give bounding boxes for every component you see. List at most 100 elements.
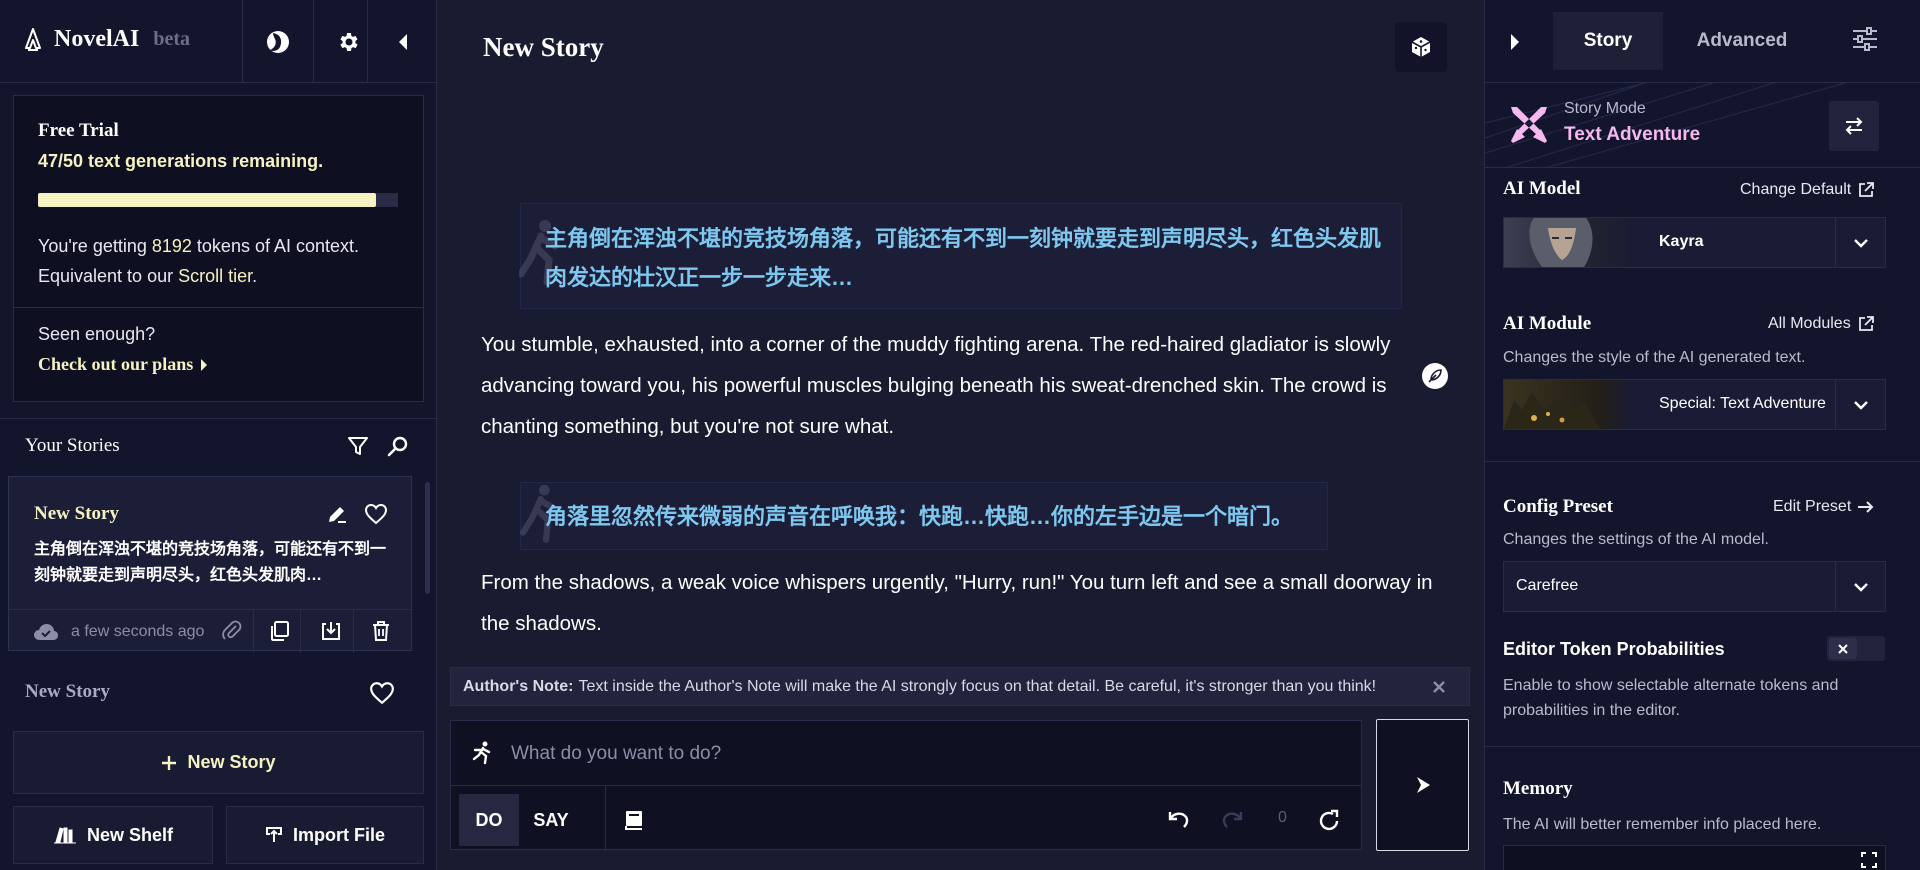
mode-separator bbox=[605, 786, 606, 851]
dice-button[interactable] bbox=[1395, 22, 1447, 72]
trial-remaining: 47/50 text generations remaining. bbox=[38, 151, 324, 171]
send-button[interactable] bbox=[1376, 719, 1469, 851]
redo-icon[interactable] bbox=[1221, 810, 1243, 830]
retry-icon[interactable] bbox=[1317, 809, 1341, 833]
all-modules-link[interactable]: All Modules bbox=[1768, 315, 1875, 333]
caret-right-icon bbox=[201, 358, 208, 371]
action-block[interactable]: 角落里忽然传来微弱的声音在呼唤我：快跑…快跑…你的左手边是一个暗门。 bbox=[519, 482, 1328, 550]
memory-textarea[interactable] bbox=[1503, 845, 1886, 870]
edit-pen-icon[interactable] bbox=[326, 503, 348, 525]
redo-count: 0 bbox=[1278, 809, 1287, 826]
story-title-heading[interactable]: New Story bbox=[483, 32, 604, 63]
stories-scrollbar[interactable] bbox=[425, 482, 430, 594]
book-icon[interactable] bbox=[623, 809, 645, 831]
chevron-down-icon bbox=[1853, 582, 1868, 592]
dropdown-toggle[interactable] bbox=[1835, 380, 1885, 429]
undo-icon[interactable] bbox=[1168, 810, 1190, 830]
collapse-right-button[interactable] bbox=[1485, 0, 1545, 83]
story-title: New Story bbox=[34, 503, 119, 524]
authors-note-label: Author's Note: bbox=[463, 677, 574, 695]
action-input[interactable] bbox=[511, 735, 1331, 773]
check-plans-link[interactable]: Check out our plans bbox=[38, 354, 209, 375]
heart-icon[interactable] bbox=[369, 681, 395, 705]
editor-area: New Story 主角倒在浑浊不堪的竞技场角落，可能还有不到一刻钟就要走到声明… bbox=[438, 0, 1483, 870]
edit-preset-label: Edit Preset bbox=[1773, 498, 1852, 515]
action-block[interactable]: 主角倒在浑浊不堪的竞技场角落，可能还有不到一刻钟就要走到声明尽头，红色头发肌肉发… bbox=[519, 203, 1402, 309]
story-paragraph[interactable]: From the shadows, a weak voice whispers … bbox=[481, 562, 1441, 644]
chevron-down-icon bbox=[1853, 238, 1868, 248]
story-mode-label: Story Mode bbox=[1564, 100, 1646, 117]
mode-say-button[interactable]: SAY bbox=[521, 794, 581, 846]
change-default-label: Change Default bbox=[1740, 181, 1852, 198]
story-card-selected[interactable]: New Story 主角倒在浑浊不堪的竞技场角落，可能还有不到一刻钟就要走到声明… bbox=[8, 476, 412, 653]
edit-indicator[interactable] bbox=[1422, 363, 1448, 389]
action-input-area: DO SAY 0 bbox=[450, 720, 1362, 851]
change-default-link[interactable]: Change Default bbox=[1740, 181, 1875, 199]
trial-context-text: You're getting 8192 tokens of AI context… bbox=[38, 231, 408, 291]
swap-mode-button[interactable] bbox=[1829, 101, 1879, 151]
collapse-left-button[interactable] bbox=[367, 0, 437, 83]
saved-time: a few seconds ago bbox=[71, 623, 205, 640]
new-story-label: New Story bbox=[187, 752, 276, 772]
ai-model-select[interactable]: Kayra bbox=[1503, 217, 1886, 268]
all-modules-label: All Modules bbox=[1768, 315, 1851, 332]
free-trial-card: Free Trial 47/50 text generations remain… bbox=[13, 95, 424, 402]
moon-goose-icon bbox=[266, 30, 289, 53]
filter-button[interactable] bbox=[346, 434, 370, 458]
chevron-down-icon bbox=[1853, 400, 1868, 410]
ai-model-value: Kayra bbox=[1659, 233, 1704, 250]
seen-enough-text: Seen enough? bbox=[38, 324, 156, 344]
send-arrow-icon bbox=[1416, 777, 1430, 793]
novelai-logo-icon bbox=[25, 27, 41, 51]
search-button[interactable] bbox=[386, 434, 410, 458]
footer-separator bbox=[253, 610, 254, 653]
beta-badge: beta bbox=[153, 28, 190, 50]
close-icon[interactable] bbox=[1429, 677, 1449, 697]
action-text: 主角倒在浑浊不堪的竞技场角落，可能还有不到一刻钟就要走到声明尽头，红色头发肌肉发… bbox=[545, 226, 1382, 290]
shelf-books-icon bbox=[53, 827, 76, 844]
token-probabilities-title: Editor Token Probabilities bbox=[1503, 639, 1725, 659]
heart-icon[interactable] bbox=[364, 503, 388, 525]
story-paragraph[interactable]: You stumble, exhausted, into a corner of… bbox=[481, 324, 1441, 447]
memory-description: The AI will better remember info placed … bbox=[1503, 816, 1822, 833]
duplicate-icon[interactable] bbox=[269, 620, 291, 642]
action-text: 角落里忽然传来微弱的声音在呼唤我：快跑…快跑…你的左手边是一个暗门。 bbox=[545, 504, 1294, 529]
equiv-suffix: . bbox=[252, 266, 258, 286]
authors-note-banner: Author's Note: Text inside the Author's … bbox=[450, 667, 1470, 706]
toggle-knob bbox=[1829, 638, 1857, 659]
right-sidebar: Story Advanced Story Mode Text Adventure… bbox=[1484, 0, 1920, 870]
config-preset-title: Config Preset bbox=[1503, 496, 1613, 517]
story-item-title[interactable]: New Story bbox=[25, 681, 110, 703]
memory-title: Memory bbox=[1503, 778, 1573, 799]
tier-link[interactable]: Scroll tier bbox=[178, 266, 252, 286]
plus-icon bbox=[162, 755, 177, 770]
import-file-button[interactable]: Import File bbox=[226, 806, 424, 864]
config-preset-select[interactable]: Carefree bbox=[1503, 561, 1886, 612]
story-preview: 主角倒在浑浊不堪的竞技场角落，可能还有不到一刻钟就要走到声明尽头，红色头发肌肉… bbox=[34, 541, 387, 584]
ai-module-select[interactable]: Special: Text Adventure bbox=[1503, 379, 1886, 430]
dropdown-toggle[interactable] bbox=[1835, 218, 1885, 267]
download-icon[interactable] bbox=[320, 620, 342, 642]
token-probabilities-toggle[interactable] bbox=[1827, 636, 1885, 661]
expand-icon[interactable] bbox=[1861, 852, 1877, 868]
caret-left-icon bbox=[398, 33, 407, 50]
new-story-button[interactable]: New Story bbox=[13, 731, 424, 794]
mode-do-button[interactable]: DO bbox=[459, 794, 519, 846]
trash-icon[interactable] bbox=[371, 620, 391, 642]
check-plans-label: Check out our plans bbox=[38, 354, 194, 374]
new-shelf-button[interactable]: New Shelf bbox=[13, 806, 213, 864]
import-file-label: Import File bbox=[292, 824, 385, 845]
authors-note-text: Text inside the Author's Note will make … bbox=[578, 677, 1377, 695]
module-artwork-image bbox=[1504, 380, 1632, 429]
paperclip-icon[interactable] bbox=[222, 620, 242, 642]
tab-advanced[interactable]: Advanced bbox=[1667, 12, 1817, 70]
footer-separator bbox=[353, 610, 354, 653]
sliders-icon[interactable] bbox=[1851, 25, 1879, 53]
dropdown-toggle[interactable] bbox=[1835, 562, 1885, 611]
cloud-check-icon bbox=[34, 624, 58, 640]
stories-title: Your Stories bbox=[25, 435, 120, 456]
tab-story[interactable]: Story bbox=[1553, 12, 1663, 70]
theme-button[interactable] bbox=[242, 0, 312, 83]
edit-preset-link[interactable]: Edit Preset bbox=[1773, 498, 1875, 516]
config-preset-description: Changes the settings of the AI model. bbox=[1503, 531, 1769, 548]
